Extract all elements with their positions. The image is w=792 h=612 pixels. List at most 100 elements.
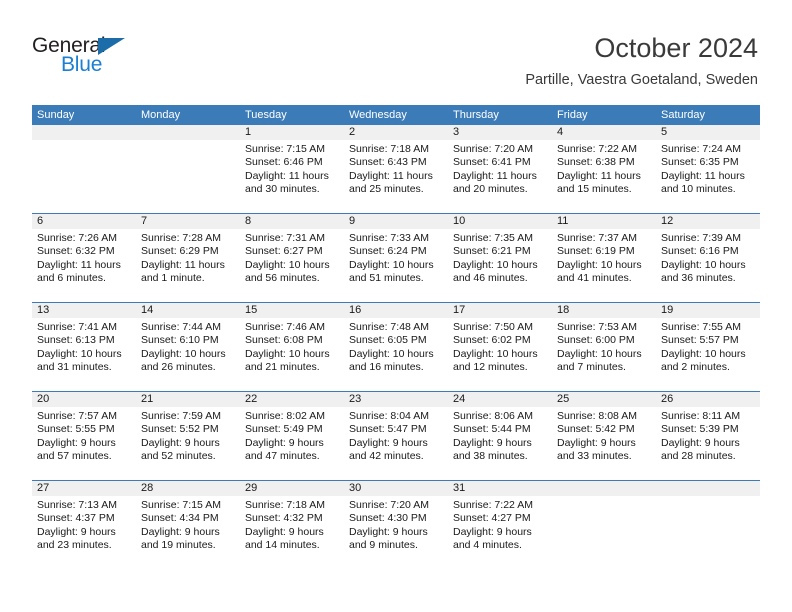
day-number: 30 [344, 481, 448, 496]
day-cell-21[interactable]: 21 Sunrise: 7:59 AM Sunset: 5:52 PM Dayligh… [136, 392, 240, 480]
day-detail-line: Sunrise: 7:26 AM [37, 232, 117, 244]
day-detail-line: Daylight: 10 hours [245, 347, 330, 360]
day-detail-line: Daylight: 9 hours [245, 525, 324, 538]
day-number: 17 [448, 303, 552, 318]
day-cell-14[interactable]: 14 Sunrise: 7:44 AM Sunset: 6:10 PM Dayligh… [136, 303, 240, 391]
day-detail-line: Sunrise: 8:04 AM [349, 410, 429, 422]
day-cell-30[interactable]: 30 Sunrise: 7:20 AM Sunset: 4:30 PM Dayligh… [344, 481, 448, 569]
day-detail-line: Daylight: 9 hours [453, 525, 532, 538]
day-cell-1[interactable]: 1 Sunrise: 7:15 AM Sunset: 6:46 PM Daylight… [240, 125, 344, 213]
day-detail-line: and 28 minutes. [661, 450, 736, 463]
day-cell-11[interactable]: 11 Sunrise: 7:37 AM Sunset: 6:19 PM Dayligh… [552, 214, 656, 302]
day-cell-4[interactable]: 4 Sunrise: 7:22 AM Sunset: 6:38 PM Daylight… [552, 125, 656, 213]
day-cell-18[interactable]: 18 Sunrise: 7:53 AM Sunset: 6:00 PM Dayligh… [552, 303, 656, 391]
day-cell-26[interactable]: 26 Sunrise: 8:11 AM Sunset: 5:39 PM Dayligh… [656, 392, 760, 480]
day-cell-25[interactable]: 25 Sunrise: 8:08 AM Sunset: 5:42 PM Dayligh… [552, 392, 656, 480]
day-detail-line: Sunrise: 7:15 AM [245, 143, 325, 155]
day-details: Sunrise: 7:59 AM Sunset: 5:52 PM Daylight:… [136, 407, 240, 464]
day-detail-line: Daylight: 10 hours [557, 347, 642, 360]
day-detail-line: Sunset: 6:24 PM [349, 245, 427, 258]
day-cell-23[interactable]: 23 Sunrise: 8:04 AM Sunset: 5:47 PM Dayligh… [344, 392, 448, 480]
day-detail-line: Sunrise: 7:22 AM [453, 499, 533, 511]
day-cell-19[interactable]: 19 Sunrise: 7:55 AM Sunset: 5:57 PM Dayligh… [656, 303, 760, 391]
day-detail-line: Daylight: 11 hours [37, 258, 121, 271]
day-detail-line: Daylight: 9 hours [245, 436, 324, 449]
day-cell-9[interactable]: 9 Sunrise: 7:33 AM Sunset: 6:24 PM Daylight… [344, 214, 448, 302]
day-detail-line: Daylight: 10 hours [37, 347, 122, 360]
day-detail-line: Daylight: 10 hours [661, 258, 746, 271]
day-detail-line: and 21 minutes. [245, 361, 320, 374]
day-detail-line: Daylight: 9 hours [141, 436, 220, 449]
day-detail-line: Daylight: 11 hours [349, 169, 433, 182]
day-cell-31[interactable]: 31 Sunrise: 7:22 AM Sunset: 4:27 PM Dayligh… [448, 481, 552, 569]
day-number: 12 [656, 214, 760, 229]
day-cell-12[interactable]: 12 Sunrise: 7:39 AM Sunset: 6:16 PM Dayligh… [656, 214, 760, 302]
day-number: 8 [240, 214, 344, 229]
day-cell-24[interactable]: 24 Sunrise: 8:06 AM Sunset: 5:44 PM Dayligh… [448, 392, 552, 480]
day-detail-line: and 36 minutes. [661, 272, 736, 285]
day-cell-22[interactable]: 22 Sunrise: 8:02 AM Sunset: 5:49 PM Dayligh… [240, 392, 344, 480]
day-cell-17[interactable]: 17 Sunrise: 7:50 AM Sunset: 6:02 PM Dayligh… [448, 303, 552, 391]
day-number: 23 [344, 392, 448, 407]
day-detail-line: Daylight: 10 hours [661, 347, 746, 360]
day-detail-line: Sunset: 6:00 PM [557, 334, 635, 347]
day-detail-line: Sunrise: 7:59 AM [141, 410, 221, 422]
generalblue-logo[interactable]: General Blue [32, 34, 212, 82]
day-detail-line: Sunset: 5:42 PM [557, 423, 635, 436]
day-cell-3[interactable]: 3 Sunrise: 7:20 AM Sunset: 6:41 PM Daylight… [448, 125, 552, 213]
calendar-week-row: 6 Sunrise: 7:26 AM Sunset: 6:32 PM Daylight… [32, 213, 760, 302]
day-cell-20[interactable]: 20 Sunrise: 7:57 AM Sunset: 5:55 PM Dayligh… [32, 392, 136, 480]
page-subtitle: Partille, Vaestra Goetaland, Sweden [525, 72, 758, 88]
day-details [136, 140, 240, 143]
day-details: Sunrise: 8:02 AM Sunset: 5:49 PM Daylight:… [240, 407, 344, 464]
day-details: Sunrise: 7:28 AM Sunset: 6:29 PM Daylight:… [136, 229, 240, 286]
day-number: 2 [344, 125, 448, 140]
day-cell-10[interactable]: 10 Sunrise: 7:35 AM Sunset: 6:21 PM Dayligh… [448, 214, 552, 302]
day-cell-6[interactable]: 6 Sunrise: 7:26 AM Sunset: 6:32 PM Daylight… [32, 214, 136, 302]
day-detail-line: Sunrise: 7:57 AM [37, 410, 117, 422]
day-number: 16 [344, 303, 448, 318]
day-detail-line: and 6 minutes. [37, 272, 106, 285]
day-detail-line: and 52 minutes. [141, 450, 216, 463]
day-details: Sunrise: 8:08 AM Sunset: 5:42 PM Daylight:… [552, 407, 656, 464]
day-details: Sunrise: 7:31 AM Sunset: 6:27 PM Daylight:… [240, 229, 344, 286]
day-detail-line: Daylight: 9 hours [141, 525, 220, 538]
day-cell-16[interactable]: 16 Sunrise: 7:48 AM Sunset: 6:05 PM Dayligh… [344, 303, 448, 391]
day-cell-5[interactable]: 5 Sunrise: 7:24 AM Sunset: 6:35 PM Daylight… [656, 125, 760, 213]
day-cell-13[interactable]: 13 Sunrise: 7:41 AM Sunset: 6:13 PM Dayligh… [32, 303, 136, 391]
day-cell-29[interactable]: 29 Sunrise: 7:18 AM Sunset: 4:32 PM Dayligh… [240, 481, 344, 569]
day-details: Sunrise: 7:20 AM Sunset: 4:30 PM Daylight:… [344, 496, 448, 553]
calendar-week-inner: 20 Sunrise: 7:57 AM Sunset: 5:55 PM Dayligh… [32, 392, 760, 480]
day-detail-line: and 9 minutes. [349, 539, 418, 552]
day-details: Sunrise: 8:11 AM Sunset: 5:39 PM Daylight:… [656, 407, 760, 464]
day-cell-8[interactable]: 8 Sunrise: 7:31 AM Sunset: 6:27 PM Daylight… [240, 214, 344, 302]
logo-text-blue: Blue [61, 53, 103, 76]
day-number: 18 [552, 303, 656, 318]
day-detail-line: Sunset: 5:52 PM [141, 423, 219, 436]
day-cell-15[interactable]: 15 Sunrise: 7:46 AM Sunset: 6:08 PM Dayligh… [240, 303, 344, 391]
day-detail-line: Daylight: 9 hours [557, 436, 636, 449]
day-number: 26 [656, 392, 760, 407]
day-detail-line: and 31 minutes. [37, 361, 112, 374]
day-number: 6 [32, 214, 136, 229]
day-cell-2[interactable]: 2 Sunrise: 7:18 AM Sunset: 6:43 PM Daylight… [344, 125, 448, 213]
day-detail-line: Sunrise: 7:41 AM [37, 321, 117, 333]
day-cell-27[interactable]: 27 Sunrise: 7:13 AM Sunset: 4:37 PM Dayligh… [32, 481, 136, 569]
day-cell-empty [32, 125, 136, 213]
day-number [656, 481, 760, 496]
day-details: Sunrise: 7:57 AM Sunset: 5:55 PM Daylight:… [32, 407, 136, 464]
day-cell-28[interactable]: 28 Sunrise: 7:15 AM Sunset: 4:34 PM Dayligh… [136, 481, 240, 569]
day-details: Sunrise: 7:44 AM Sunset: 6:10 PM Daylight:… [136, 318, 240, 375]
day-number [136, 125, 240, 140]
day-detail-line: and 42 minutes. [349, 450, 424, 463]
day-details: Sunrise: 7:18 AM Sunset: 6:43 PM Daylight:… [344, 140, 448, 197]
day-detail-line: and 30 minutes. [245, 183, 320, 196]
day-detail-line: Sunrise: 8:02 AM [245, 410, 325, 422]
weekday-header-monday: Monday [141, 109, 181, 121]
calendar-week-inner: 27 Sunrise: 7:13 AM Sunset: 4:37 PM Dayligh… [32, 481, 760, 569]
day-details: Sunrise: 7:18 AM Sunset: 4:32 PM Daylight:… [240, 496, 344, 553]
day-number: 24 [448, 392, 552, 407]
day-cell-7[interactable]: 7 Sunrise: 7:28 AM Sunset: 6:29 PM Daylight… [136, 214, 240, 302]
day-detail-line: Daylight: 11 hours [141, 258, 225, 271]
day-detail-line: Sunrise: 7:31 AM [245, 232, 325, 244]
